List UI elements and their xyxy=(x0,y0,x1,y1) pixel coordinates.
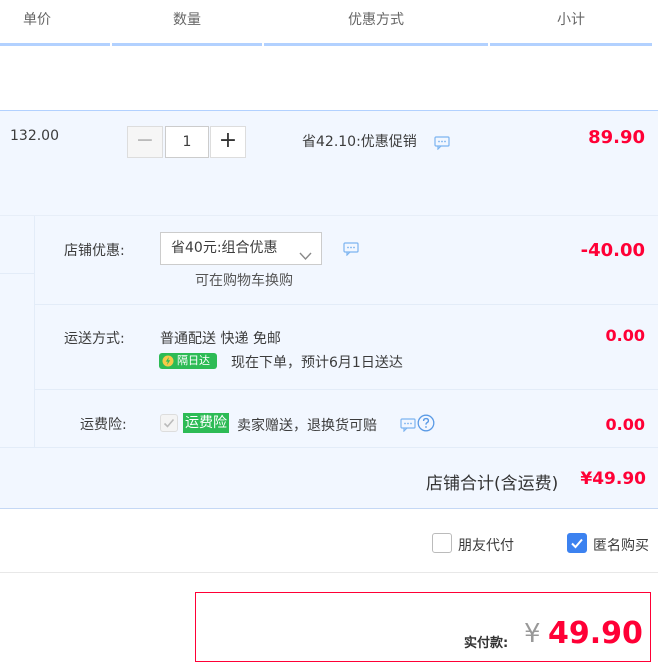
divider xyxy=(34,304,658,305)
insurance-amount: 0.00 xyxy=(605,415,645,434)
insurance-text: 卖家赠送，退换货可赔 xyxy=(237,418,377,434)
friend-pay-checkbox[interactable] xyxy=(432,533,452,553)
shop-promo-note: 可在购物车换购 xyxy=(195,273,293,289)
shipping-label: 运送方式: xyxy=(64,331,125,347)
currency-symbol: ¥ xyxy=(524,619,541,649)
qty-input[interactable]: 1 xyxy=(165,126,209,158)
col-header-price: 单价 xyxy=(23,12,51,28)
friend-pay-label[interactable]: 朋友代付 xyxy=(458,535,514,555)
header-divider xyxy=(264,43,488,46)
divider xyxy=(0,447,658,448)
insurance-label: 运费险: xyxy=(80,417,127,433)
shop-promo-selected: 省40元:组合优惠 xyxy=(171,240,278,256)
anonymous-label[interactable]: 匿名购买 xyxy=(593,535,649,555)
next-day-badge: 隔日达 xyxy=(159,353,217,369)
insurance-checkbox[interactable] xyxy=(160,414,178,432)
unit-price: 132.00 xyxy=(10,128,59,144)
shop-total-label: 店铺合计(含运费) xyxy=(426,474,559,494)
header-divider xyxy=(490,43,652,46)
shop-promo-select[interactable]: 省40元:组合优惠 xyxy=(160,232,322,265)
divider xyxy=(34,389,658,390)
divider xyxy=(0,273,34,274)
check-icon xyxy=(163,418,175,428)
item-discount-text: 省42.10:优惠促销 xyxy=(302,134,417,150)
shipping-method: 普通配送 快递 免邮 xyxy=(160,331,281,347)
qty-increase-button[interactable]: + xyxy=(210,126,246,158)
anonymous-checkbox[interactable] xyxy=(567,533,587,553)
order-item-row xyxy=(0,110,658,216)
next-day-badge-label: 隔日达 xyxy=(177,354,210,367)
divider xyxy=(0,572,658,573)
shop-total: ¥49.90 xyxy=(580,469,646,489)
item-subtotal: 89.90 xyxy=(588,127,645,148)
chat-bubble-icon[interactable] xyxy=(343,241,359,257)
header-divider xyxy=(0,43,110,46)
chat-bubble-icon[interactable] xyxy=(434,135,450,151)
header-divider xyxy=(112,43,262,46)
shop-promo-amount: -40.00 xyxy=(580,240,645,261)
shipping-amount: 0.00 xyxy=(605,326,645,345)
shop-promo-label: 店铺优惠: xyxy=(64,243,125,259)
col-header-discount: 优惠方式 xyxy=(348,12,404,28)
col-header-qty: 数量 xyxy=(173,12,201,28)
delivery-estimate: 现在下单，预计6月1日送达 xyxy=(231,355,403,371)
lightning-icon xyxy=(162,355,174,372)
chevron-down-icon xyxy=(299,242,312,273)
payment-summary-box: 实付款: ¥ 49.90 xyxy=(195,592,651,662)
paid-amount: 49.90 xyxy=(548,616,643,651)
check-icon xyxy=(571,538,583,549)
insurance-badge: 运费险 xyxy=(183,413,229,433)
paid-label: 实付款: xyxy=(464,636,509,651)
col-header-subtotal: 小计 xyxy=(557,12,585,28)
help-icon[interactable] xyxy=(417,414,435,436)
chat-bubble-icon[interactable] xyxy=(400,417,416,433)
qty-decrease-button[interactable]: − xyxy=(127,126,163,158)
